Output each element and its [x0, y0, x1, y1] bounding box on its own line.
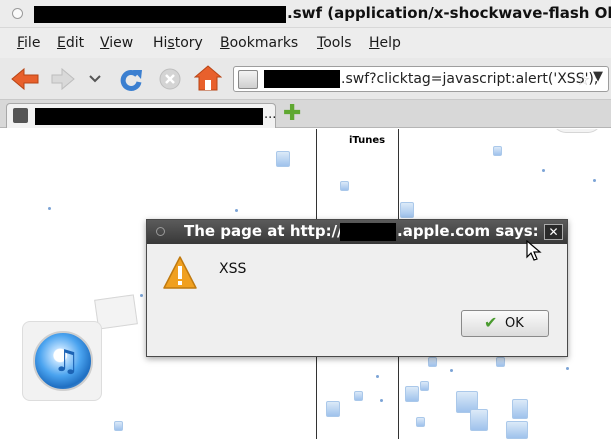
menu-bookmarks[interactable]: Bookmarks — [220, 35, 298, 51]
bookmark-star-icon[interactable]: ☆ — [576, 70, 590, 89]
itunes-label: iTunes — [349, 135, 386, 146]
sparkle-dot — [566, 367, 569, 370]
music-note-icon — [405, 386, 419, 402]
ok-button-label: OK — [505, 316, 524, 331]
reload-icon[interactable] — [118, 67, 144, 93]
music-note-icon: ♫ — [53, 344, 80, 379]
dialog-close-button[interactable]: ✕ — [544, 224, 563, 240]
music-note-icon — [512, 399, 528, 419]
itunes-logo-icon: ♫ — [22, 321, 102, 401]
new-tab-plus-icon[interactable]: ✚ — [283, 103, 301, 125]
floating-paper — [552, 129, 602, 133]
menu-tools[interactable]: Tools — [317, 35, 352, 51]
menu-bar: File Edit View History Bookmarks Tools H… — [0, 28, 611, 58]
back-arrow-icon[interactable] — [10, 67, 40, 91]
url-bar[interactable]: .swf?clicktag=javascript:alert('XSS'); ☆… — [233, 66, 609, 92]
menu-history[interactable]: History — [153, 35, 203, 51]
mouse-cursor-icon — [526, 240, 542, 261]
checkmark-icon: ✔ — [484, 313, 498, 332]
history-dropdown-chevron-icon[interactable] — [89, 74, 101, 84]
sparkle-dot — [376, 375, 379, 378]
url-dropdown-chevron-icon[interactable]: ▼ — [593, 69, 603, 84]
dialog-title-suffix: .apple.com says: — [397, 222, 539, 240]
sparkle-dot — [235, 209, 238, 212]
sparkle-dot — [380, 399, 383, 402]
window-title-bar: .swf (application/x-shockwave-flash Obj — [0, 0, 611, 28]
warning-icon — [163, 256, 197, 289]
window-title: .swf (application/x-shockwave-flash Obj — [287, 4, 611, 22]
redacted-title-block — [34, 6, 286, 23]
music-note-icon — [326, 401, 340, 417]
music-note-icon — [470, 409, 488, 431]
music-note-icon — [416, 417, 425, 427]
dialog-message: XSS — [219, 261, 247, 277]
music-note-icon — [506, 421, 528, 439]
dialog-title-bar[interactable]: The page at http:// .apple.com says: ✕ — [147, 220, 567, 244]
dialog-window-circle-icon — [156, 227, 165, 236]
music-note-icon — [493, 146, 502, 156]
sparkle-dot — [450, 369, 453, 372]
menu-file[interactable]: File — [17, 35, 40, 51]
site-identity-icon[interactable] — [238, 70, 258, 89]
sparkle-dot — [48, 207, 51, 210]
tab-favicon-icon — [13, 108, 28, 123]
window-close-circle-icon[interactable] — [12, 8, 23, 19]
music-note-icon — [496, 357, 505, 367]
url-text[interactable]: .swf?clicktag=javascript:alert('XSS'); — [341, 71, 599, 87]
music-note-icon — [420, 381, 429, 391]
music-note-icon — [276, 151, 290, 167]
stop-icon[interactable] — [158, 67, 182, 91]
active-tab[interactable]: ... — [6, 103, 276, 128]
redacted-url-block — [264, 70, 340, 88]
music-note-icon — [354, 391, 363, 401]
sparkle-dot — [593, 179, 596, 182]
ok-button[interactable]: ✔ OK — [461, 310, 549, 337]
music-note-icon — [428, 357, 437, 367]
home-icon[interactable] — [194, 65, 222, 91]
sparkle-dot — [140, 294, 143, 297]
redacted-tab-title — [35, 108, 263, 125]
tab-bar: ... ✚ — [0, 100, 611, 128]
menu-edit[interactable]: Edit — [57, 35, 84, 51]
music-note-icon — [400, 202, 414, 218]
tab-title-ellipsis: ... — [264, 107, 277, 122]
sparkle-dot — [542, 169, 545, 172]
music-note-icon — [114, 421, 123, 431]
alert-dialog: The page at http:// .apple.com says: ✕ X… — [146, 219, 568, 357]
redacted-domain-block — [340, 223, 396, 241]
menu-view[interactable]: View — [100, 35, 133, 51]
dialog-title-prefix: The page at http:// — [184, 222, 343, 240]
menu-help[interactable]: Help — [369, 35, 401, 51]
music-note-icon — [340, 181, 349, 191]
forward-arrow-icon[interactable] — [50, 67, 76, 91]
